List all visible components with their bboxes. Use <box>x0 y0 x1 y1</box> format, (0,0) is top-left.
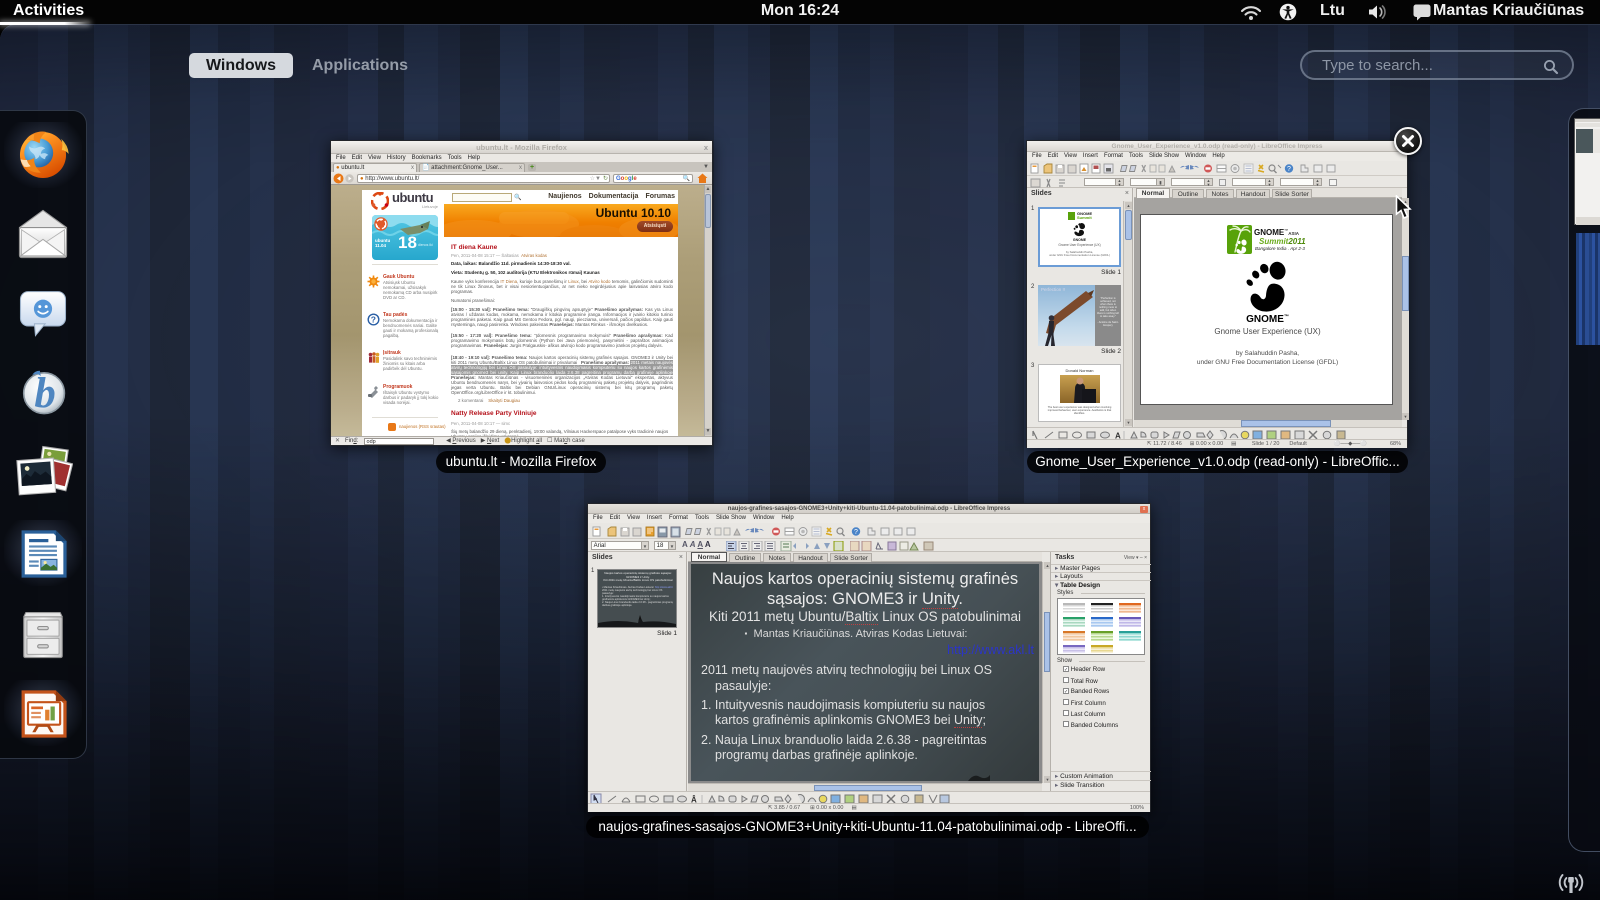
svg-text:?: ? <box>1287 166 1291 173</box>
svg-text:b: b <box>34 370 55 417</box>
svg-text:?: ? <box>854 529 858 536</box>
svg-text:?: ? <box>371 315 376 325</box>
